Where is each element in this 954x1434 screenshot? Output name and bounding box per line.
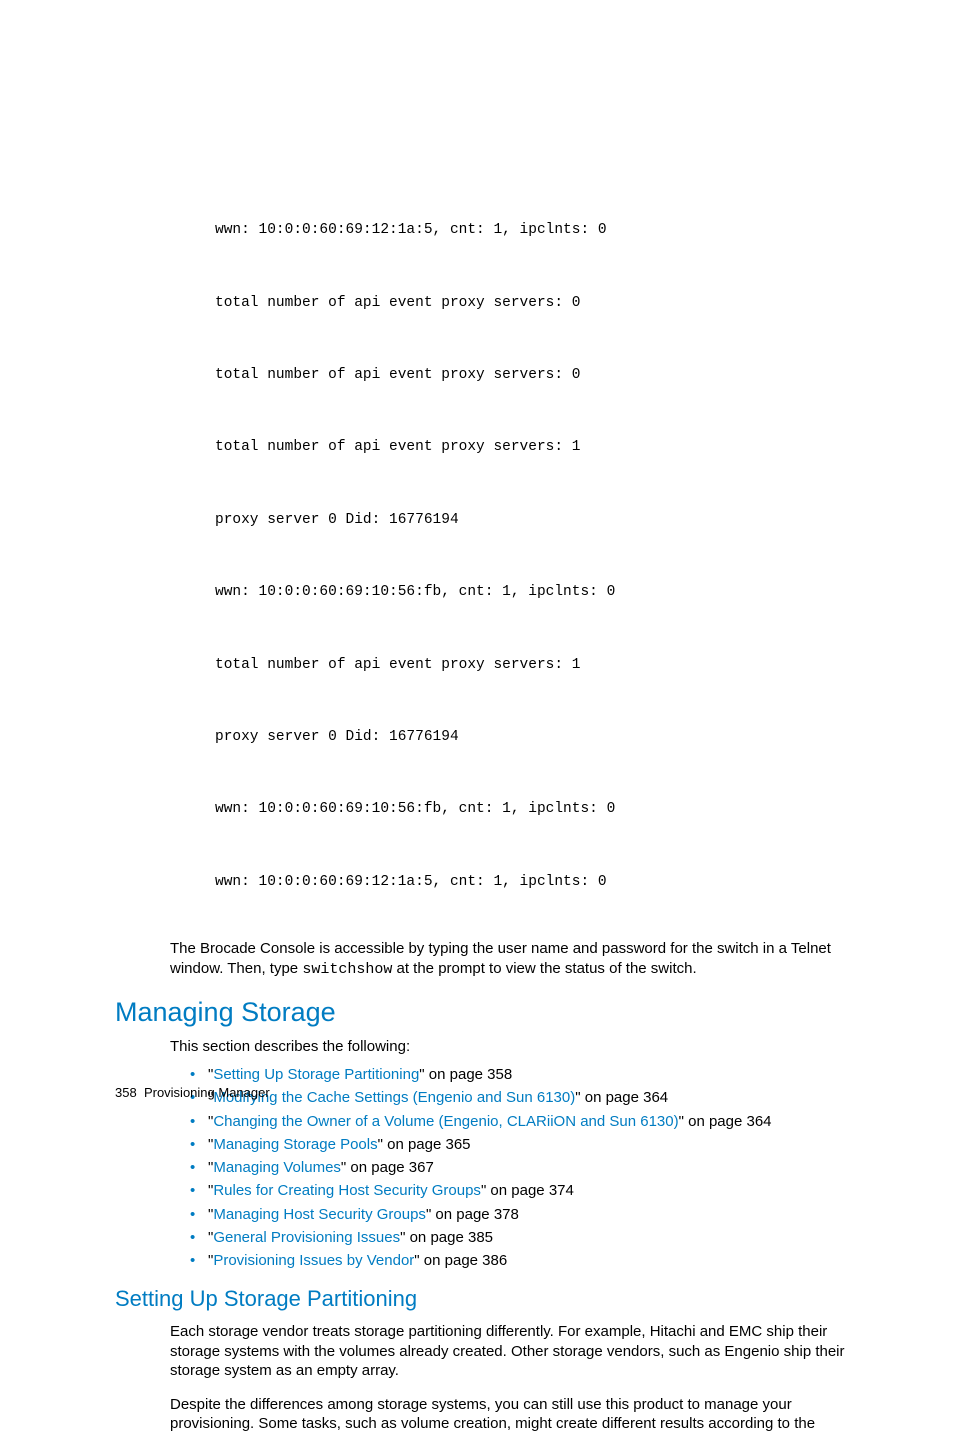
toc-item: "General Provisioning Issues" on page 38… bbox=[190, 1226, 874, 1249]
code-line: total number of api event proxy servers:… bbox=[215, 656, 874, 674]
toc-link[interactable]: General Provisioning Issues bbox=[213, 1229, 400, 1246]
code-line: wwn: 10:0:0:60:69:12:1a:5, cnt: 1, ipcln… bbox=[215, 221, 874, 239]
heading-setting-up-storage-partitioning: Setting Up Storage Partitioning bbox=[115, 1286, 874, 1312]
toc-item: "Changing the Owner of a Volume (Engenio… bbox=[190, 1110, 874, 1133]
toc-link[interactable]: Managing Host Security Groups bbox=[213, 1206, 426, 1223]
toc-item: "Managing Volumes" on page 367 bbox=[190, 1156, 874, 1179]
heading-managing-storage: Managing Storage bbox=[115, 997, 874, 1028]
toc-suffix: on page 365 bbox=[383, 1136, 471, 1153]
toc-link[interactable]: Setting Up Storage Partitioning bbox=[213, 1066, 419, 1083]
code-line: wwn: 10:0:0:60:69:12:1a:5, cnt: 1, ipcln… bbox=[215, 873, 874, 891]
toc-item: "Modifying the Cache Settings (Engenio a… bbox=[190, 1086, 874, 1109]
toc-list: "Setting Up Storage Partitioning" on pag… bbox=[190, 1063, 874, 1272]
toc-suffix: on page 358 bbox=[425, 1066, 513, 1083]
toc-item: "Managing Storage Pools" on page 365 bbox=[190, 1133, 874, 1156]
toc-link[interactable]: Changing the Owner of a Volume (Engenio,… bbox=[213, 1113, 678, 1130]
code-line: proxy server 0 Did: 16776194 bbox=[215, 511, 874, 529]
toc-suffix: on page 374 bbox=[486, 1182, 574, 1199]
toc-suffix: on page 364 bbox=[684, 1113, 772, 1130]
toc-suffix: on page 364 bbox=[581, 1089, 669, 1106]
page-number: 358 bbox=[115, 1085, 137, 1100]
text: at the prompt to view the status of the … bbox=[392, 960, 696, 977]
code-line: proxy server 0 Did: 16776194 bbox=[215, 728, 874, 746]
code-line: wwn: 10:0:0:60:69:10:56:fb, cnt: 1, ipcl… bbox=[215, 583, 874, 601]
code-line: wwn: 10:0:0:60:69:10:56:fb, cnt: 1, ipcl… bbox=[215, 800, 874, 818]
inline-code: switchshow bbox=[302, 961, 392, 978]
paragraph: Despite the differences among storage sy… bbox=[170, 1395, 874, 1434]
toc-link[interactable]: Managing Storage Pools bbox=[213, 1136, 377, 1153]
page-footer: 358 Provisioning Manager bbox=[115, 1085, 270, 1100]
toc-suffix: on page 386 bbox=[420, 1252, 508, 1269]
code-block: wwn: 10:0:0:60:69:12:1a:5, cnt: 1, ipcln… bbox=[215, 185, 874, 935]
toc-suffix: on page 367 bbox=[346, 1159, 434, 1176]
paragraph: Each storage vendor treats storage parti… bbox=[170, 1322, 874, 1381]
toc-item: "Managing Host Security Groups" on page … bbox=[190, 1203, 874, 1226]
toc-item: "Provisioning Issues by Vendor" on page … bbox=[190, 1249, 874, 1272]
toc-link[interactable]: Provisioning Issues by Vendor bbox=[213, 1252, 414, 1269]
code-line: total number of api event proxy servers:… bbox=[215, 366, 874, 384]
footer-label: Provisioning Manager bbox=[144, 1085, 270, 1100]
code-line: total number of api event proxy servers:… bbox=[215, 294, 874, 312]
toc-suffix: on page 385 bbox=[405, 1229, 493, 1246]
toc-link[interactable]: Managing Volumes bbox=[213, 1159, 341, 1176]
intro-text: This section describes the following: bbox=[170, 1038, 874, 1055]
toc-item: "Setting Up Storage Partitioning" on pag… bbox=[190, 1063, 874, 1086]
code-line: total number of api event proxy servers:… bbox=[215, 438, 874, 456]
toc-item: "Rules for Creating Host Security Groups… bbox=[190, 1179, 874, 1202]
paragraph: The Brocade Console is accessible by typ… bbox=[170, 939, 874, 979]
toc-link[interactable]: Rules for Creating Host Security Groups bbox=[213, 1182, 481, 1199]
toc-suffix: on page 378 bbox=[431, 1206, 519, 1223]
